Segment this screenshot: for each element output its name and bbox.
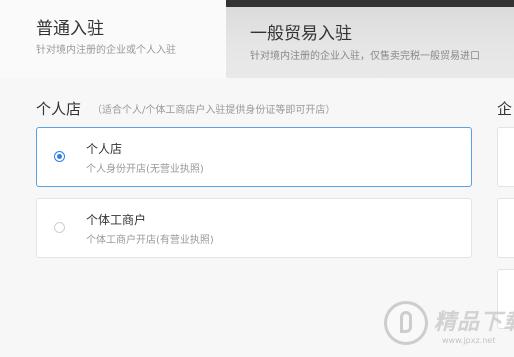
option-personal-store[interactable]: 个人店 个人身份开店(无营业执照) — [36, 127, 472, 187]
watermark-text: 精品下载 — [434, 310, 514, 335]
option-subtitle: 个体工商户开店(有营业执照) — [86, 235, 214, 246]
radio-personal-store[interactable] — [54, 151, 65, 162]
banner-strip — [226, 0, 514, 7]
enterprise-option-card[interactable] — [497, 127, 514, 187]
tab-regular[interactable]: 普通入驻 针对境内注册的企业或个人入驻 — [0, 0, 226, 78]
enterprise-section-title: 企 — [497, 100, 513, 118]
enterprise-option-card[interactable] — [497, 198, 514, 258]
option-title: 个体工商户 — [86, 213, 147, 227]
watermark-icon — [384, 301, 428, 345]
personal-section-title: 个人店 — [36, 100, 82, 118]
tab-general-trade-subtitle: 针对境内注册的企业入驻，仅售卖完税一般贸易进口 — [250, 51, 480, 62]
watermark-url: www.jpxz.net — [442, 336, 496, 345]
tab-regular-title: 普通入驻 — [36, 19, 104, 39]
tab-general-trade[interactable]: 一般贸易入驻 针对境内注册的企业入驻，仅售卖完税一般贸易进口 — [226, 0, 514, 78]
option-subtitle: 个人身份开店(无营业执照) — [86, 164, 204, 175]
tab-general-trade-title: 一般贸易入驻 — [250, 24, 352, 44]
option-individual-business[interactable]: 个体工商户 个体工商户开店(有营业执照) — [36, 198, 472, 258]
tab-regular-subtitle: 针对境内注册的企业或个人入驻 — [36, 45, 176, 56]
watermark-logo: 精品下载 www.jpxz.net — [384, 296, 514, 357]
radio-individual-business[interactable] — [54, 222, 65, 233]
option-title: 个人店 — [86, 142, 123, 156]
personal-section-hint: （适合个人/个体工商店户入驻提供身份证等即可开店） — [92, 105, 336, 116]
